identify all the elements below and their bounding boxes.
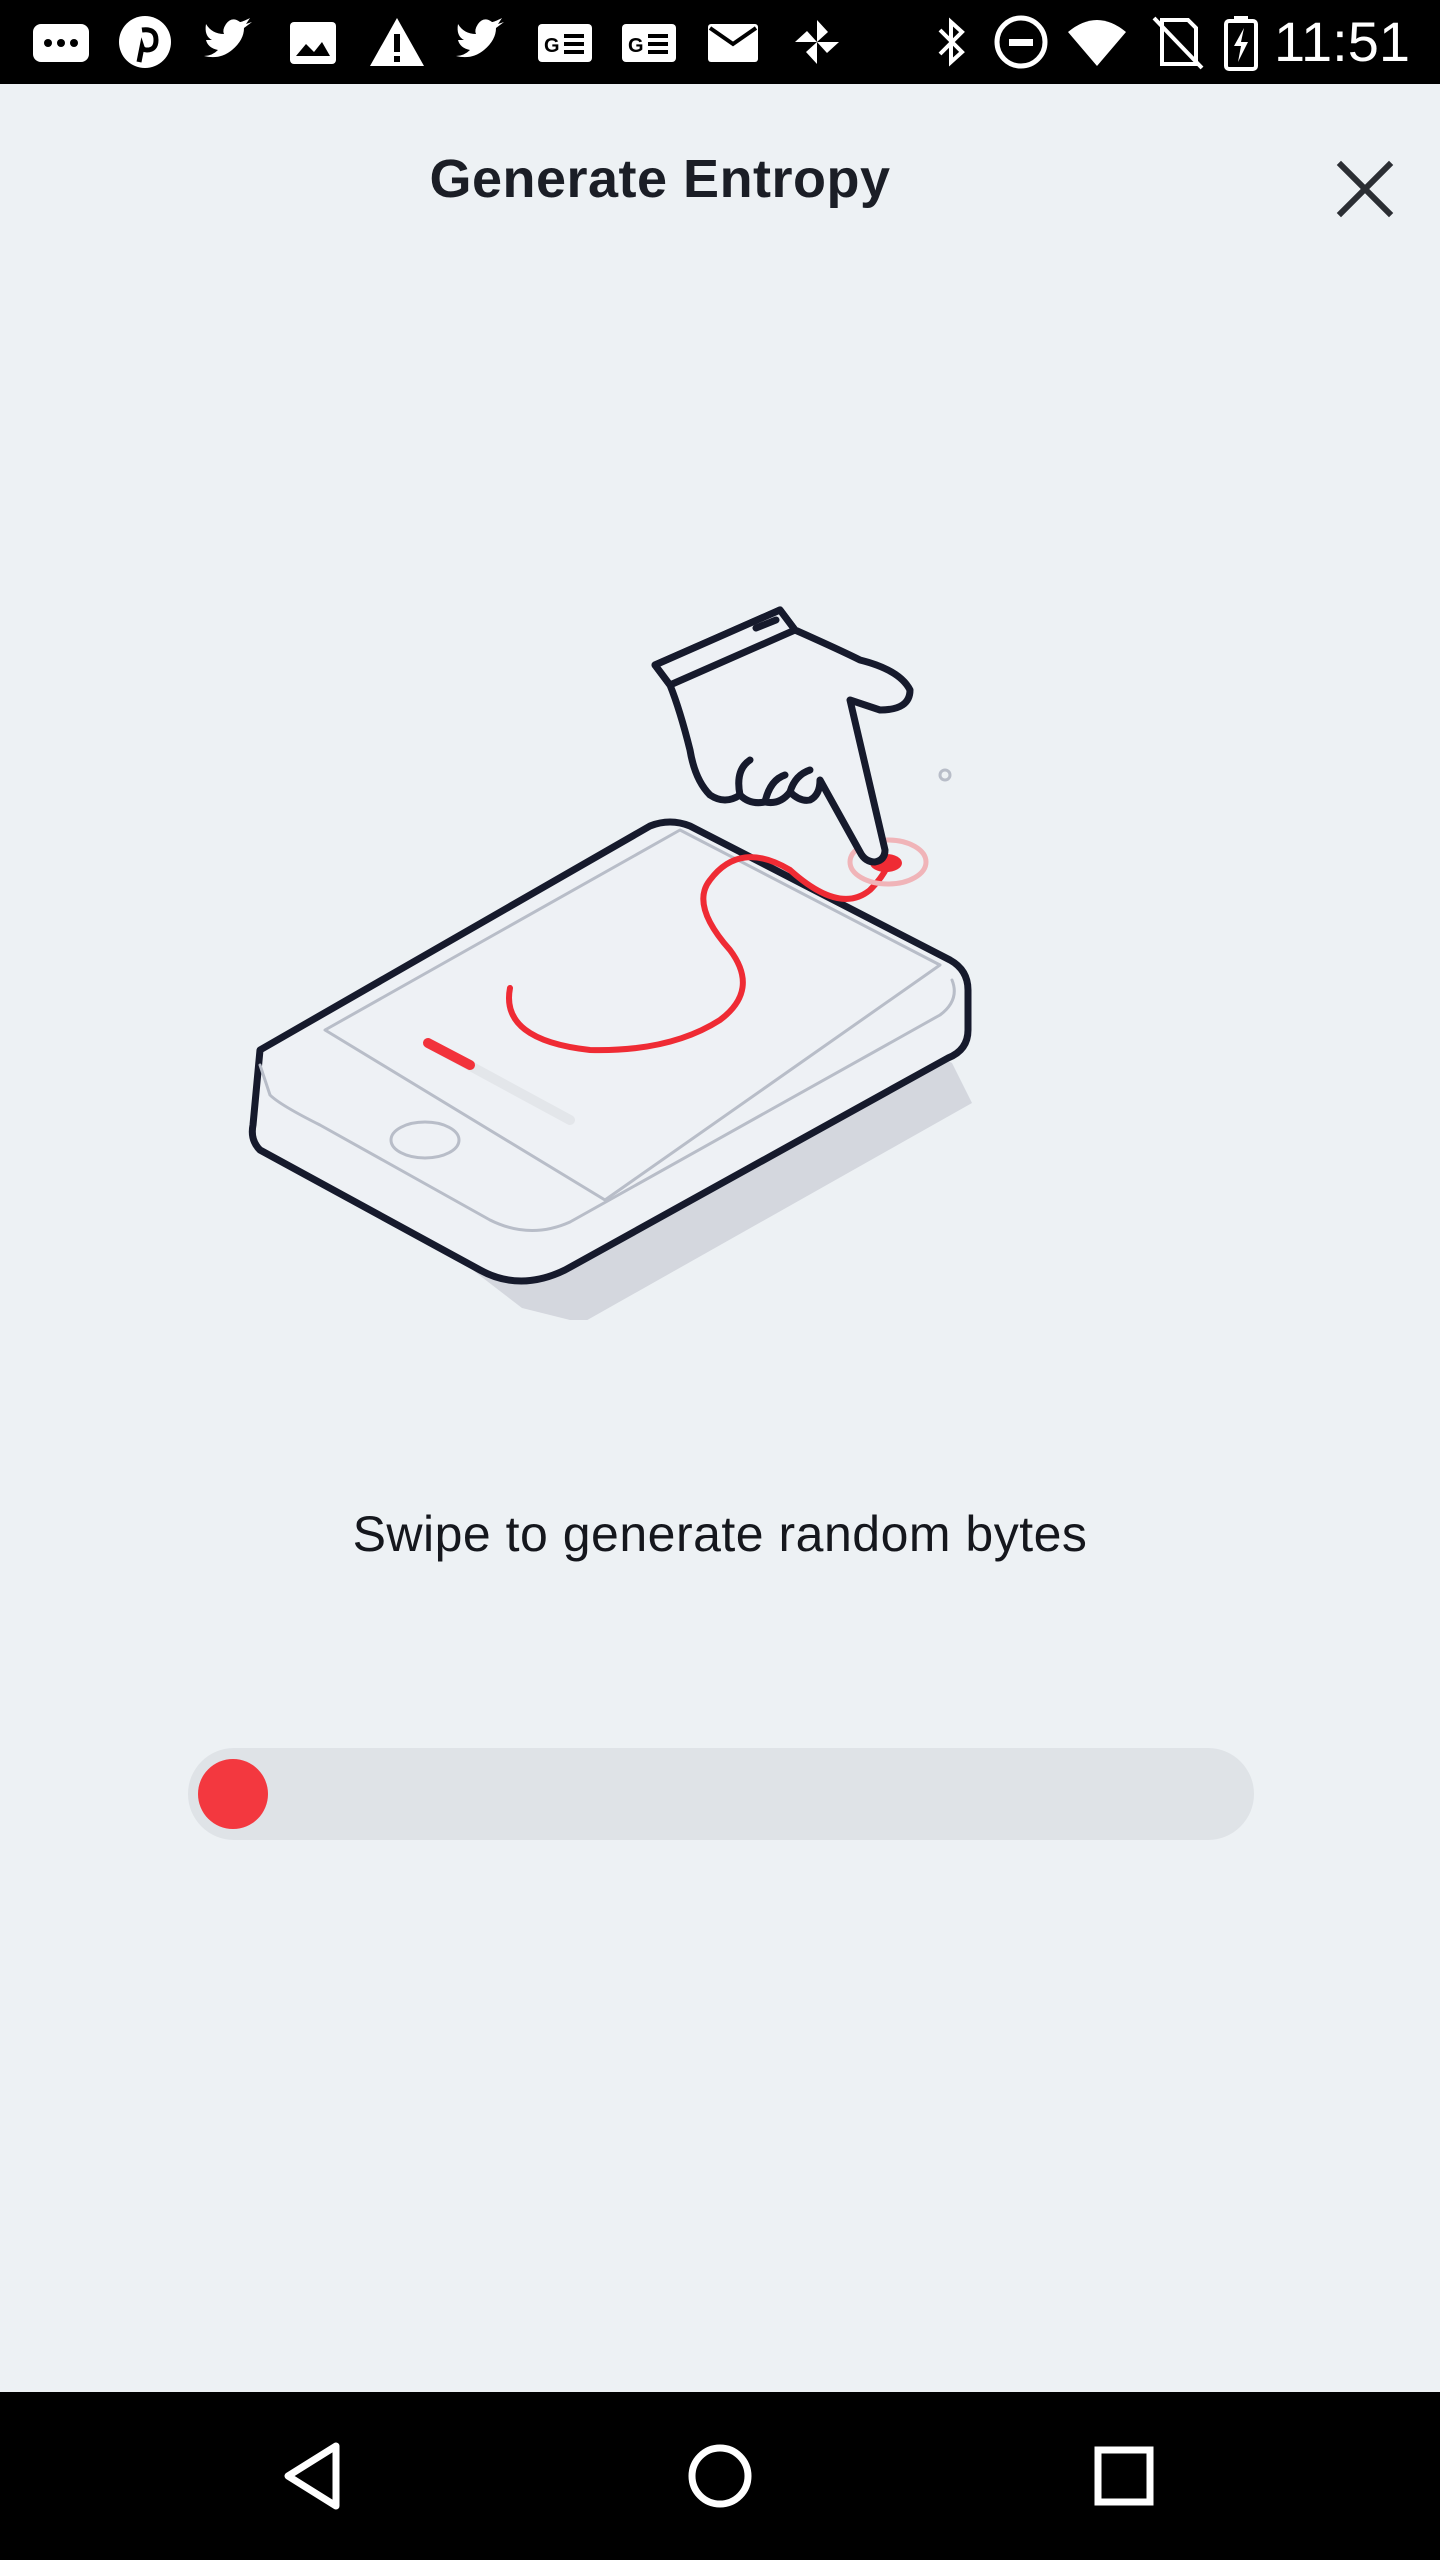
close-button[interactable] [1320, 144, 1410, 234]
home-icon [688, 2444, 752, 2508]
bluetooth-icon [938, 17, 965, 67]
recents-icon [1094, 2446, 1154, 2506]
pinterest-icon [119, 16, 171, 68]
entropy-progress-bar [188, 1748, 1254, 1840]
twitter-icon [204, 18, 252, 58]
phone-swipe-illustration [248, 606, 972, 1320]
warning-icon [370, 18, 424, 66]
svg-text:G: G [544, 35, 560, 57]
do-not-disturb-icon [994, 15, 1048, 69]
messages-icon [33, 24, 89, 62]
home-button[interactable] [670, 2426, 770, 2526]
back-icon [284, 2442, 340, 2510]
pinwheel-icon [795, 20, 839, 64]
back-button[interactable] [266, 2426, 366, 2526]
entropy-progress-fill [198, 1759, 268, 1829]
app-header: Generate Entropy [0, 84, 1440, 284]
page-title: Generate Entropy [429, 149, 891, 209]
image-icon [290, 22, 336, 64]
news-icon: G [538, 24, 592, 62]
news-icon: G [622, 24, 676, 62]
wifi-icon [1068, 20, 1126, 66]
mail-icon [708, 24, 758, 62]
instruction-text: Swipe to generate random bytes [352, 1506, 1088, 1562]
close-icon [1336, 160, 1394, 218]
twitter-icon [456, 18, 504, 58]
clock: 11:51 [1274, 10, 1410, 73]
recents-button[interactable] [1074, 2426, 1174, 2526]
battery-charging-icon [1224, 16, 1258, 71]
svg-text:G: G [628, 35, 644, 57]
no-sim-icon [1152, 16, 1204, 70]
system-nav-bar [0, 2392, 1440, 2560]
status-bar: G G 11:51 [0, 0, 1440, 84]
